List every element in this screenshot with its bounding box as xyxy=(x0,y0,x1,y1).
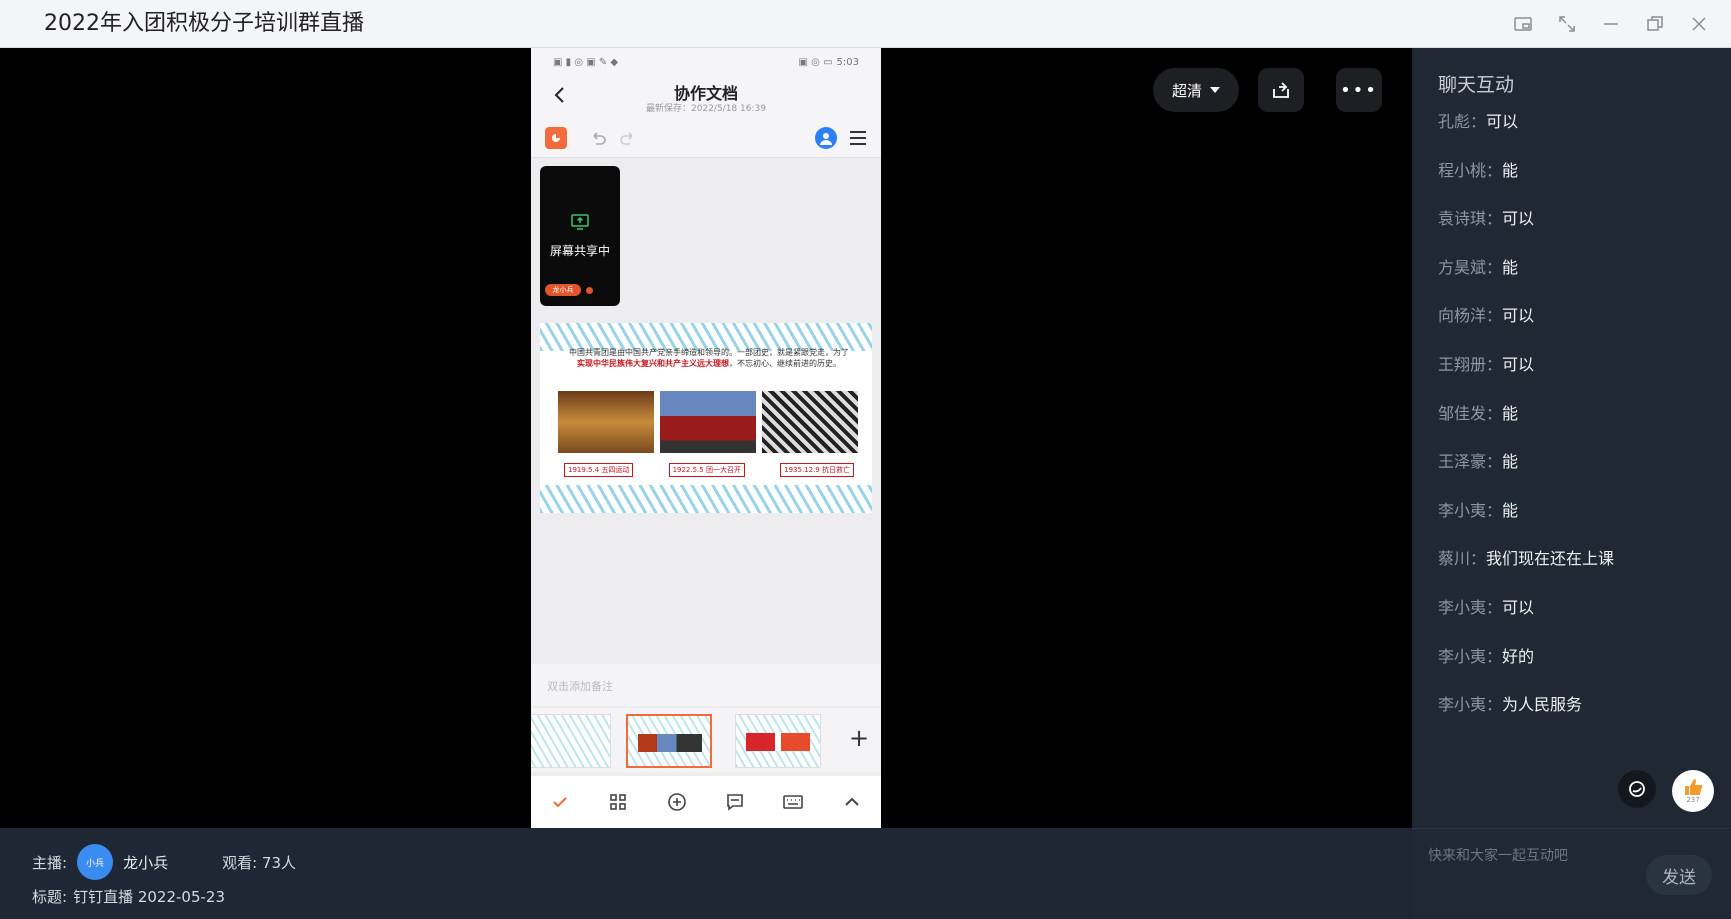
host-info: 主播: 小兵 龙小兵 观看: 73人 xyxy=(32,844,296,880)
chat-message: 方昊斌：能 xyxy=(1438,257,1519,277)
chat-message: 蔡川：我们现在还在上课 xyxy=(1438,549,1615,569)
chat-message: 王泽豪：能 xyxy=(1438,452,1519,472)
pip-button[interactable] xyxy=(1505,10,1541,38)
slide-caption: 1935.12.9 抗日救亡 xyxy=(780,463,854,477)
slide-thumbnail[interactable] xyxy=(735,714,821,768)
share-button[interactable] xyxy=(1258,68,1304,112)
thumbs-up-icon xyxy=(1685,779,1703,795)
chat-message: 李小夷：可以 xyxy=(1438,597,1535,617)
check-icon[interactable] xyxy=(547,789,573,815)
expand-icon xyxy=(1559,16,1575,32)
slide-photo xyxy=(558,391,654,453)
screen-share-icon xyxy=(571,214,589,230)
chat-message: 程小桃：能 xyxy=(1438,160,1519,180)
host-label: 主播: xyxy=(32,853,68,872)
chat-input[interactable]: 快来和大家一起互动吧 xyxy=(1428,845,1568,865)
slide-photo xyxy=(762,391,858,453)
chat-message: 向杨洋：可以 xyxy=(1438,306,1535,326)
minimize-icon xyxy=(1604,23,1618,25)
chat-message: 孔彪：可以 xyxy=(1438,112,1519,131)
topic-value: 钉钉直播 2022-05-23 xyxy=(73,888,226,906)
menu-icon[interactable] xyxy=(847,127,869,149)
doc-saved-time: 最新保存：2022/5/18 16:39 xyxy=(646,104,766,114)
live-stage: ▣ ▮ ◎ ▣ ✎ ◆ ▣ ◎ ▭ 5:03 协作文档 最新保存：2022/5/… xyxy=(0,48,1412,828)
like-button[interactable]: 237 xyxy=(1672,770,1714,812)
share-icon xyxy=(1273,82,1289,98)
host-name: 龙小兵 xyxy=(123,853,169,872)
quality-select[interactable]: 超清 xyxy=(1153,68,1239,112)
status-right: ▣ ◎ ▭ 5:03 xyxy=(799,57,859,68)
chat-panel: 聊天互动 孔彪：可以 程小桃：能 袁诗琪：可以 方昊斌：能 向杨洋：可以 王翔册… xyxy=(1412,48,1731,828)
keyboard-icon[interactable] xyxy=(780,789,806,815)
send-button[interactable]: 发送 xyxy=(1646,855,1712,895)
chat-input-area: 快来和大家一起互动吧 发送 xyxy=(1412,828,1731,919)
slide-caption: 1919.5.4 五四运动 xyxy=(564,463,634,477)
window-title: 2022年入团积极分子培训群直播 xyxy=(44,11,364,36)
more-icon: ••• xyxy=(1340,79,1378,101)
topic-label: 标题: xyxy=(32,888,68,906)
doc-bottom-toolbar xyxy=(531,776,881,828)
slide-caption: 1922.5.5 团一大召开 xyxy=(668,463,745,477)
restore-icon xyxy=(1647,16,1663,31)
battery-icon: ▣ ◎ ▭ xyxy=(798,56,833,68)
chat-message: 李小夷：能 xyxy=(1438,500,1519,520)
fullscreen-button[interactable] xyxy=(1549,10,1585,38)
slide-thumbnail[interactable] xyxy=(531,714,611,768)
redo-icon[interactable] xyxy=(617,127,639,149)
chat-message: 李小夷：好的 xyxy=(1438,646,1535,666)
window-controls xyxy=(1505,10,1717,38)
status-time: 5:03 xyxy=(836,56,859,68)
restore-button[interactable] xyxy=(1637,10,1673,38)
chat-title: 聊天互动 xyxy=(1438,74,1515,96)
link-button[interactable] xyxy=(1618,770,1656,808)
slide-photo xyxy=(660,391,756,453)
picture-in-picture-icon xyxy=(1514,17,1532,31)
host-avatar[interactable]: 小兵 xyxy=(77,844,114,880)
live-info-bar: 主播: 小兵 龙小兵 观看: 73人 标题: 钉钉直播 2022-05-23 xyxy=(0,828,1412,919)
like-count: 237 xyxy=(1686,796,1700,804)
slides-app-icon[interactable] xyxy=(545,127,567,149)
screen-share-text: 屏幕共享中 xyxy=(549,244,610,258)
chat-message: 王翔册：可以 xyxy=(1438,354,1535,374)
collaborator-icon[interactable] xyxy=(815,127,837,149)
screen-share-card: 屏幕共享中 龙小兵 xyxy=(540,166,620,306)
topic-info: 标题: 钉钉直播 2022-05-23 xyxy=(32,886,225,907)
slide-photos xyxy=(558,391,858,453)
presenter-badge: 龙小兵 xyxy=(545,284,581,296)
phone-status-bar: ▣ ▮ ◎ ▣ ✎ ◆ ▣ ◎ ▭ 5:03 xyxy=(531,48,881,76)
chat-message: 李小夷：为人民服务 xyxy=(1438,695,1583,715)
recording-dot xyxy=(586,287,593,294)
doc-toolbar xyxy=(531,118,881,158)
title-bar: 2022年入团积极分子培训群直播 xyxy=(0,0,1731,48)
grid-icon[interactable] xyxy=(605,789,631,815)
quality-label: 超清 xyxy=(1171,81,1202,100)
add-slide-icon[interactable]: + xyxy=(849,726,869,750)
chevron-up-icon[interactable] xyxy=(839,789,865,815)
current-slide[interactable]: 中国共青团是由中国共产党亲手缔造和领导的。一部团史，就是紧跟党走，为了实现中华民… xyxy=(540,323,872,513)
chat-message: 邹佳发：能 xyxy=(1438,403,1519,423)
notes-field[interactable]: 双击添加备注 xyxy=(531,664,881,706)
slide-thumbnail-active[interactable] xyxy=(626,714,712,768)
link-icon xyxy=(1629,781,1645,797)
comment-icon[interactable] xyxy=(722,789,748,815)
chat-message: 袁诗琪：可以 xyxy=(1438,209,1535,229)
phone-screen-share: ▣ ▮ ◎ ▣ ✎ ◆ ▣ ◎ ▭ 5:03 协作文档 最新保存：2022/5/… xyxy=(531,48,881,828)
undo-icon[interactable] xyxy=(587,127,609,149)
slide-captions: 1919.5.4 五四运动 1922.5.5 团一大召开 1935.12.9 抗… xyxy=(564,463,854,477)
caret-down-icon xyxy=(1210,87,1220,93)
insert-icon[interactable] xyxy=(664,789,690,815)
slide-thumbnails: + xyxy=(531,708,881,772)
viewer-count: 观看: 73人 xyxy=(222,853,296,872)
status-left-icons: ▣ ▮ ◎ ▣ ✎ ◆ xyxy=(553,56,619,68)
doc-canvas: 屏幕共享中 龙小兵 中国共青团是由中国共产党亲手缔造和领导的。一部团史，就是紧跟… xyxy=(531,158,881,658)
doc-header: 协作文档 最新保存：2022/5/18 16:39 xyxy=(531,76,881,118)
chat-messages: 孔彪：可以 程小桃：能 袁诗琪：可以 方昊斌：能 向杨洋：可以 王翔册：可以 邹… xyxy=(1438,112,1614,744)
slide-text: 中国共青团是由中国共产党亲手缔造和领导的。一部团史，就是紧跟党走，为了实现中华民… xyxy=(569,348,849,368)
minimize-button[interactable] xyxy=(1593,10,1629,38)
close-icon xyxy=(1692,17,1706,31)
more-button[interactable]: ••• xyxy=(1336,68,1382,112)
close-button[interactable] xyxy=(1681,10,1717,38)
slide-bottom-pattern xyxy=(540,485,872,513)
